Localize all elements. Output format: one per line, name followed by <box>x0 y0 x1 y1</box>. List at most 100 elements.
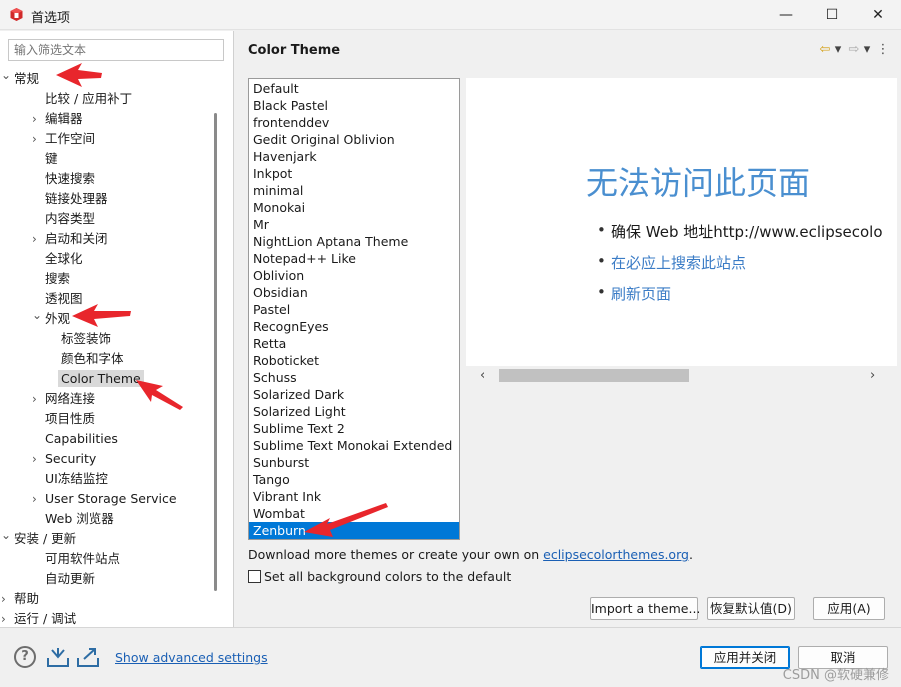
tree-item-label[interactable]: 外观 <box>45 311 70 326</box>
tree-item[interactable]: 链接处理器 <box>45 189 108 209</box>
tree-item[interactable]: 内容类型 <box>45 209 95 229</box>
tree-item-label[interactable]: 网络连接 <box>45 391 95 406</box>
help-icon[interactable]: ? <box>14 646 36 668</box>
theme-list-item[interactable]: Oblivion <box>249 267 459 284</box>
theme-list-item[interactable]: Pastel <box>249 301 459 318</box>
minimize-button[interactable]: — <box>763 0 809 30</box>
tree-item[interactable]: 搜索 <box>45 269 70 289</box>
forward-menu-chevron-icon[interactable]: ▾ <box>862 42 872 58</box>
theme-list-item[interactable]: Retta <box>249 335 459 352</box>
tree-item-label[interactable]: Security <box>45 451 96 466</box>
restore-defaults-button[interactable]: 恢复默认值(D) <box>707 597 795 620</box>
tree-item[interactable]: Capabilities <box>45 429 118 449</box>
back-menu-chevron-icon[interactable]: ▾ <box>833 42 843 58</box>
scroll-right-icon[interactable]: › <box>870 367 875 384</box>
chevron-down-icon[interactable]: ⌄ <box>1 65 11 85</box>
more-menu-icon[interactable]: ⋮ <box>875 42 891 58</box>
tree-item-label[interactable]: Color Theme <box>58 370 144 387</box>
tree-item[interactable]: Web 浏览器 <box>45 509 114 529</box>
theme-list-item[interactable]: Solarized Dark <box>249 386 459 403</box>
chevron-right-icon[interactable]: › <box>1 609 6 625</box>
theme-list-item[interactable]: Black Pastel <box>249 97 459 114</box>
import-theme-button[interactable]: Import a theme... <box>590 597 700 620</box>
tree-item-label[interactable]: 帮助 <box>14 591 39 606</box>
chevron-down-icon[interactable]: ⌄ <box>1 525 11 545</box>
tree-item[interactable]: UI冻结监控 <box>45 469 108 489</box>
theme-list-item[interactable]: Inkpot <box>249 165 459 182</box>
show-advanced-settings-link[interactable]: Show advanced settings <box>115 650 268 665</box>
preview-bullet-refresh-text[interactable]: 刷新页面 <box>611 285 671 303</box>
tree-item[interactable]: › 编辑器 <box>32 109 83 129</box>
theme-list-item[interactable]: NightLion Aptana Theme <box>249 233 459 250</box>
tree-item-label[interactable]: 比较 / 应用补丁 <box>45 91 132 106</box>
tree-item[interactable]: 比较 / 应用补丁 <box>45 89 132 109</box>
theme-list-item[interactable]: Roboticket <box>249 352 459 369</box>
tree-scrollbar[interactable] <box>214 113 217 591</box>
tree-item-label[interactable]: 常规 <box>14 71 39 86</box>
tree-item[interactable]: Color Theme <box>58 369 144 389</box>
preview-bullet-refresh[interactable]: • 刷新页面 <box>597 283 671 304</box>
tree-item[interactable]: 透视图 <box>45 289 83 309</box>
preview-horizontal-scrollbar[interactable]: ‹ › <box>466 367 897 384</box>
tree-item[interactable]: 可用软件站点 <box>45 549 120 569</box>
tree-item[interactable]: 颜色和字体 <box>61 349 124 369</box>
theme-list-item[interactable]: RecognEyes <box>249 318 459 335</box>
tree-item-label[interactable]: 运行 / 调试 <box>14 611 76 625</box>
theme-list-item[interactable]: Wombat <box>249 505 459 522</box>
theme-list-item[interactable]: Sublime Text 2 <box>249 420 459 437</box>
chevron-right-icon[interactable]: › <box>32 229 37 249</box>
tree-item-label[interactable]: 启动和关闭 <box>45 231 108 246</box>
tree-item-label[interactable]: 可用软件站点 <box>45 551 120 566</box>
tree-item[interactable]: 全球化 <box>45 249 83 269</box>
default-background-checkbox[interactable] <box>248 570 261 583</box>
default-background-checkbox-label[interactable]: Set all background colors to the default <box>264 569 511 584</box>
theme-list-item[interactable]: Gedit Original Oblivion <box>249 131 459 148</box>
tree-item-label[interactable]: UI冻结监控 <box>45 471 108 486</box>
theme-list[interactable]: Default Black Pastel frontenddev Gedit Orig… <box>248 78 460 540</box>
tree-item[interactable]: ⌄ 安装 / 更新 <box>1 528 76 549</box>
chevron-right-icon[interactable]: › <box>32 129 37 149</box>
tree-item-label[interactable]: 安装 / 更新 <box>14 531 76 546</box>
chevron-right-icon[interactable]: › <box>32 389 37 409</box>
preview-bullet-search-text[interactable]: 在必应上搜索此站点 <box>611 254 746 272</box>
tree-item-label[interactable]: 项目性质 <box>45 411 95 426</box>
maximize-button[interactable]: ☐ <box>809 0 855 30</box>
scroll-left-icon[interactable]: ‹ <box>480 367 485 384</box>
apply-button[interactable]: 应用(A) <box>813 597 885 620</box>
chevron-right-icon[interactable]: › <box>32 489 37 509</box>
tree-item-label[interactable]: 链接处理器 <box>45 191 108 206</box>
tree-item-label[interactable]: Web 浏览器 <box>45 511 114 526</box>
theme-list-item[interactable]: Tango <box>249 471 459 488</box>
tree-item-label[interactable]: 内容类型 <box>45 211 95 226</box>
tree-item-label[interactable]: 工作空间 <box>45 131 95 146</box>
chevron-right-icon[interactable]: › <box>32 109 37 129</box>
tree-item[interactable]: › 网络连接 <box>32 389 95 409</box>
tree-item[interactable]: ⌄ 外观 <box>32 308 70 329</box>
tree-item-label[interactable]: 标签装饰 <box>61 331 111 346</box>
tree-item-label[interactable]: 编辑器 <box>45 111 83 126</box>
tree-item-label[interactable]: User Storage Service <box>45 491 177 506</box>
tree-item[interactable]: › User Storage Service <box>32 489 177 509</box>
tree-item-label[interactable]: 透视图 <box>45 291 83 306</box>
back-arrow-icon[interactable]: ⇦ <box>817 42 833 58</box>
tree-item[interactable]: 快速搜索 <box>45 169 95 189</box>
forward-arrow-icon[interactable]: ⇨ <box>846 42 862 58</box>
theme-list-item[interactable]: Sunburst <box>249 454 459 471</box>
theme-list-item[interactable]: Havenjark <box>249 148 459 165</box>
tree-item-label[interactable]: 颜色和字体 <box>61 351 124 366</box>
theme-list-item[interactable]: Solarized Light <box>249 403 459 420</box>
chevron-right-icon[interactable]: › <box>1 589 6 609</box>
theme-list-item[interactable]: Monokai <box>249 199 459 216</box>
theme-list-item[interactable]: Schuss <box>249 369 459 386</box>
tree-item-label[interactable]: 快速搜索 <box>45 171 95 186</box>
theme-list-item[interactable]: Vibrant Ink <box>249 488 459 505</box>
tree-item[interactable]: ⌄ 常规 <box>1 68 39 89</box>
theme-list-item[interactable]: frontenddev <box>249 114 459 131</box>
chevron-down-icon[interactable]: ⌄ <box>32 305 42 325</box>
theme-list-item[interactable]: Mr <box>249 216 459 233</box>
theme-list-item[interactable]: Obsidian <box>249 284 459 301</box>
tree-item[interactable]: 标签装饰 <box>61 329 111 349</box>
theme-list-item[interactable]: Default <box>249 80 459 97</box>
chevron-right-icon[interactable]: › <box>32 449 37 469</box>
tree-item[interactable]: › 工作空间 <box>32 129 95 149</box>
